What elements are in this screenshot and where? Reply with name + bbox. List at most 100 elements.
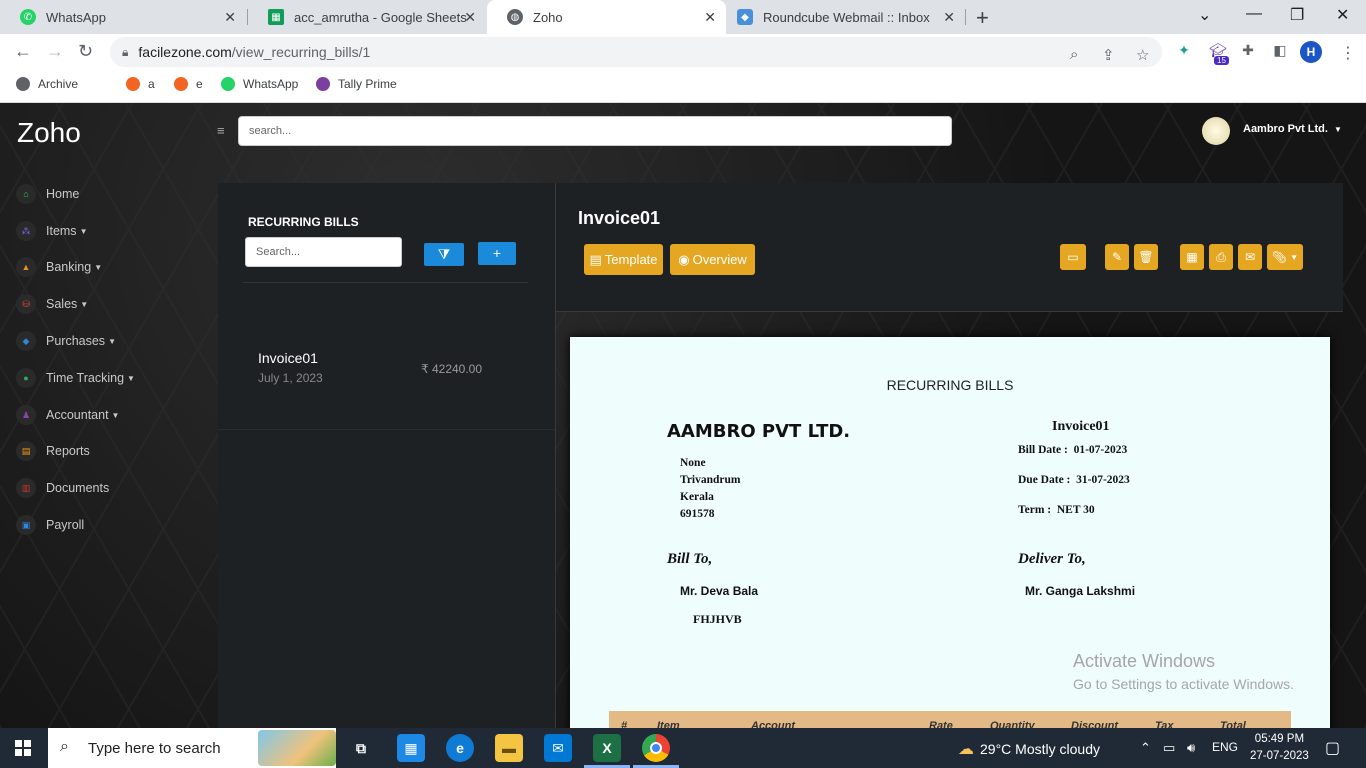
accountant-icon: ♟: [16, 405, 36, 425]
add-bill-button[interactable]: +: [478, 242, 516, 265]
file-explorer-icon[interactable]: ▬: [495, 734, 523, 762]
sidebar-item-purchases[interactable]: ◆ Purchases ▼: [16, 330, 116, 352]
bookmark-star-icon[interactable]: ☆: [1136, 46, 1149, 64]
url-field[interactable]: 🔒︎ facilezone.com/view_recurring_bills/1…: [110, 37, 1162, 67]
deliver-to-label: Deliver To,: [1018, 551, 1086, 567]
window-close-icon[interactable]: ✕: [1336, 5, 1349, 25]
sidebar-item-reports[interactable]: ▤ Reports: [16, 440, 90, 462]
email-button[interactable]: ✉: [1238, 244, 1262, 270]
bookmark-tally-prime[interactable]: Tally Prime: [316, 77, 397, 91]
tab-google-sheets[interactable]: ▦ acc_amrutha - Google Sheets ✕: [248, 0, 486, 34]
reload-icon[interactable]: ↻: [78, 41, 93, 62]
sidebar-item-payroll[interactable]: ▣ Payroll: [16, 514, 84, 536]
home-icon: ⌂: [16, 184, 36, 204]
windows-start-icon[interactable]: [15, 740, 31, 756]
forward-icon[interactable]: →: [46, 41, 64, 62]
comment-button[interactable]: ▭: [1060, 244, 1086, 270]
divider: [556, 311, 1343, 312]
sidebar-item-sales[interactable]: ⛁ Sales ▼: [16, 293, 88, 315]
bookmark-whatsapp[interactable]: WhatsApp: [221, 77, 298, 91]
side-panel-icon[interactable]: ◧: [1270, 42, 1290, 62]
menu-toggle-icon[interactable]: ≡: [217, 123, 225, 138]
edge-icon[interactable]: e: [446, 734, 474, 762]
sidebar-item-home[interactable]: ⌂ Home: [16, 183, 79, 205]
bookmark-archive[interactable]: Archive: [16, 77, 78, 91]
chevron-up-icon[interactable]: ⌃: [1140, 740, 1151, 756]
template-button[interactable]: ▤ Template: [584, 244, 663, 275]
bill-amount: ₹ 42240.00: [421, 362, 483, 376]
weather-widget[interactable]: ☁ 29°C Mostly cloudy: [958, 739, 1100, 759]
notifications-icon[interactable]: ▢: [1325, 738, 1340, 758]
clock-time: 05:49 PM: [1254, 733, 1305, 745]
sidebar-item-items[interactable]: ⁂ Items ▼: [16, 220, 87, 242]
bookmark-label: Tally Prime: [338, 77, 397, 91]
sidebar-item-banking[interactable]: ▲ Banking ▼: [16, 256, 102, 278]
list-search-input[interactable]: Search...: [245, 237, 402, 267]
excel-icon[interactable]: X: [593, 734, 621, 762]
delete-button[interactable]: 🗑︎: [1134, 244, 1158, 270]
address-line: Trivandrum: [680, 474, 741, 486]
tab-search-chevron-icon[interactable]: ⌄: [1198, 5, 1211, 25]
minimize-icon[interactable]: —: [1246, 5, 1262, 23]
mail-icon[interactable]: ✉: [544, 734, 572, 762]
sidebar-item-documents[interactable]: ▥ Documents: [16, 477, 109, 499]
bill-date: July 1, 2023: [258, 371, 323, 385]
tab-whatsapp[interactable]: ✆ WhatsApp ✕: [0, 0, 246, 34]
cloud-sun-icon: ☁: [958, 741, 974, 758]
bill-date-label: Bill Date :: [1018, 444, 1068, 456]
back-icon[interactable]: ←: [14, 41, 32, 62]
pdf-button[interactable]: ▦: [1180, 244, 1204, 270]
bookmark-a[interactable]: a: [126, 77, 155, 91]
list-item[interactable]: Invoice01 July 1, 2023 ₹ 42240.00: [218, 323, 555, 429]
term-value: NET 30: [1056, 504, 1095, 516]
app-logo[interactable]: Zoho: [17, 117, 81, 149]
bookmark-label: WhatsApp: [243, 77, 299, 91]
store-icon[interactable]: ▦: [397, 734, 425, 762]
profile-avatar[interactable]: H: [1300, 41, 1322, 63]
close-icon[interactable]: ✕: [224, 9, 236, 26]
print-button[interactable]: ⎙: [1209, 244, 1233, 270]
activation-watermark-subtitle: Go to Settings to activate Windows.: [1073, 676, 1294, 692]
bookmark-e[interactable]: e: [174, 77, 203, 91]
tab-roundcube[interactable]: ◆ Roundcube Webmail :: Inbox ✕: [727, 0, 965, 34]
bill-to-extra: FHJHVB: [693, 612, 742, 626]
puzzle-icon[interactable]: ✚: [1238, 42, 1258, 62]
clock[interactable]: 05:49 PM 27-07-2023: [1250, 731, 1309, 765]
items-table-header: # Item Account Rate Quantity Discount Ta…: [609, 711, 1291, 728]
battery-icon[interactable]: ▭: [1163, 740, 1175, 756]
zoom-icon[interactable]: ⌕: [1070, 46, 1078, 63]
volume-icon[interactable]: 🔊︎: [1187, 740, 1195, 756]
overview-button[interactable]: ◉ Overview: [670, 244, 755, 275]
chrome-icon[interactable]: [642, 734, 670, 762]
attachment-button[interactable]: 📎︎ ▼: [1267, 244, 1303, 270]
menu-icon[interactable]: ⋮: [1340, 43, 1356, 63]
sales-icon: ⛁: [16, 294, 36, 314]
close-icon[interactable]: ✕: [464, 9, 476, 26]
filter-button[interactable]: ⧩: [424, 243, 464, 266]
taskbar-search[interactable]: ⌕ Type here to search: [48, 728, 336, 768]
reports-icon: ▤: [16, 441, 36, 461]
filter-icon: ⧩: [437, 246, 451, 262]
maximize-icon[interactable]: ❐: [1290, 5, 1304, 25]
close-icon[interactable]: ✕: [704, 9, 716, 26]
edit-button[interactable]: ✎: [1105, 244, 1129, 270]
globe-icon: [16, 77, 30, 91]
tab-zoho[interactable]: ◍ Zoho ✕: [487, 0, 726, 34]
sidebar-item-accountant[interactable]: ♟ Accountant ▼: [16, 404, 119, 426]
share-icon[interactable]: ⇪: [1102, 46, 1115, 64]
close-icon[interactable]: ✕: [943, 9, 955, 26]
column-header: #: [621, 720, 628, 728]
global-search-input[interactable]: search...: [238, 116, 952, 146]
company-avatar[interactable]: [1202, 117, 1230, 145]
term-label: Term :: [1018, 504, 1052, 516]
language-indicator[interactable]: ENG: [1212, 740, 1238, 754]
company-menu[interactable]: Aambro Pvt Ltd. ▼: [1243, 123, 1342, 135]
column-header: Discount: [1071, 720, 1119, 728]
new-tab-icon[interactable]: +: [976, 5, 989, 31]
list-title: RECURRING BILLS: [248, 215, 359, 229]
sidebar-item-time-tracking[interactable]: ● Time Tracking ▼: [16, 367, 135, 389]
company-name: AAMBRO PVT LTD.: [667, 421, 851, 442]
extension-icon[interactable]: ✦: [1174, 42, 1194, 62]
app-viewport: Zoho ≡ search... Aambro Pvt Ltd. ▼ ⌂ Home…: [0, 103, 1366, 728]
task-view-icon[interactable]: ⧉: [347, 734, 375, 762]
